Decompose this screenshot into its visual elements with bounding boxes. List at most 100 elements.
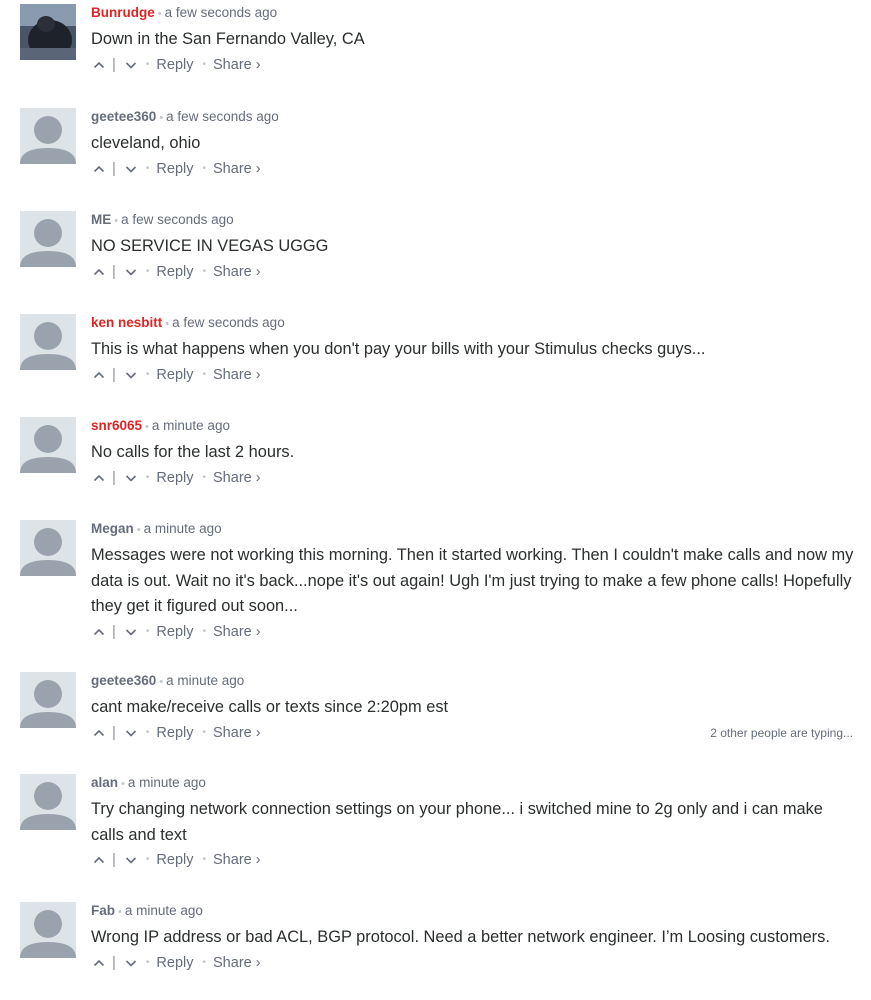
separator-dot: • bbox=[145, 58, 150, 70]
default-user-avatar-icon bbox=[20, 520, 76, 576]
timestamp-link[interactable]: a few seconds ago bbox=[166, 109, 279, 124]
comment-header: alan • a minute ago bbox=[91, 774, 855, 791]
avatar[interactable] bbox=[20, 520, 76, 576]
timestamp-link[interactable]: a minute ago bbox=[125, 903, 203, 918]
reply-button[interactable]: Reply bbox=[156, 470, 193, 486]
share-button[interactable]: Share › bbox=[213, 725, 261, 741]
author-link[interactable]: Bunrudge bbox=[91, 5, 155, 20]
chevron-down-icon[interactable] bbox=[125, 159, 137, 179]
chevron-up-icon[interactable] bbox=[93, 953, 105, 973]
comment-header: snr6065 • a minute ago bbox=[91, 417, 855, 434]
share-button[interactable]: Share › bbox=[213, 470, 261, 486]
separator-dot: • bbox=[114, 215, 119, 227]
author-link[interactable]: ken nesbitt bbox=[91, 315, 162, 330]
separator-dot: • bbox=[202, 625, 207, 637]
comment-header: Fab • a minute ago bbox=[91, 902, 855, 919]
chevron-up-icon[interactable] bbox=[93, 468, 105, 488]
author-link[interactable]: geetee360 bbox=[91, 109, 156, 124]
reply-button[interactable]: Reply bbox=[156, 725, 193, 741]
comment-text: Try changing network connection settings… bbox=[91, 800, 823, 844]
avatar[interactable] bbox=[20, 108, 76, 164]
chevron-down-icon[interactable] bbox=[125, 262, 137, 282]
chevron-up-icon[interactable] bbox=[93, 365, 105, 385]
separator-dot: • bbox=[159, 676, 164, 688]
avatar[interactable] bbox=[20, 4, 76, 60]
author-link[interactable]: geetee360 bbox=[91, 673, 156, 688]
timestamp-link[interactable]: a minute ago bbox=[128, 775, 206, 790]
avatar[interactable] bbox=[20, 774, 76, 830]
comment-body: alan • a minute ago Try changing network c… bbox=[91, 774, 855, 870]
comment-actions: | • Reply • Share › bbox=[91, 365, 855, 385]
chevron-down-icon[interactable] bbox=[125, 723, 137, 743]
chevron-down-icon[interactable] bbox=[125, 622, 137, 642]
reply-button[interactable]: Reply bbox=[156, 624, 193, 640]
separator-dot: • bbox=[202, 726, 207, 738]
comment-actions: | • Reply • Share › bbox=[91, 262, 855, 282]
comment-text: Wrong IP address or bad ACL, BGP protoco… bbox=[91, 928, 830, 946]
timestamp-link[interactable]: a few seconds ago bbox=[121, 212, 234, 227]
avatar[interactable] bbox=[20, 672, 76, 728]
timestamp-link[interactable]: a minute ago bbox=[152, 418, 230, 433]
reply-button[interactable]: Reply bbox=[156, 955, 193, 971]
avatar[interactable] bbox=[20, 417, 76, 473]
author-link[interactable]: Megan bbox=[91, 521, 134, 536]
reply-button[interactable]: Reply bbox=[156, 57, 193, 73]
avatar[interactable] bbox=[20, 211, 76, 267]
share-button[interactable]: Share › bbox=[213, 852, 261, 868]
chevron-down-icon[interactable] bbox=[125, 953, 137, 973]
reply-button[interactable]: Reply bbox=[156, 264, 193, 280]
separator-dot: • bbox=[145, 854, 150, 866]
author-link[interactable]: Fab bbox=[91, 903, 115, 918]
comment-body: geetee360 • a few seconds ago cleveland, o… bbox=[91, 108, 855, 179]
chevron-down-icon[interactable] bbox=[125, 468, 137, 488]
share-button[interactable]: Share › bbox=[213, 367, 261, 383]
default-user-avatar-icon bbox=[20, 672, 76, 728]
separator-dot: • bbox=[157, 8, 162, 20]
chevron-down-icon[interactable] bbox=[125, 850, 137, 870]
reply-button[interactable]: Reply bbox=[156, 161, 193, 177]
separator-dot: • bbox=[145, 471, 150, 483]
separator-dot: • bbox=[136, 524, 141, 536]
comment-actions: | • Reply • Share › bbox=[91, 850, 855, 870]
comment-actions: | • Reply • Share › bbox=[91, 622, 855, 642]
author-link[interactable]: alan bbox=[91, 775, 118, 790]
avatar[interactable] bbox=[20, 902, 76, 958]
chevron-up-icon[interactable] bbox=[93, 850, 105, 870]
chevron-up-icon[interactable] bbox=[93, 622, 105, 642]
reply-button[interactable]: Reply bbox=[156, 852, 193, 868]
chevron-down-icon[interactable] bbox=[125, 365, 137, 385]
share-button[interactable]: Share › bbox=[213, 161, 261, 177]
author-link[interactable]: snr6065 bbox=[91, 418, 142, 433]
timestamp-link[interactable]: a few seconds ago bbox=[165, 5, 278, 20]
separator-dot: • bbox=[202, 162, 207, 174]
reply-button[interactable]: Reply bbox=[156, 367, 193, 383]
comment-body: snr6065 • a minute ago No calls for the la… bbox=[91, 417, 855, 488]
comment-actions: | • Reply • Share › bbox=[91, 468, 855, 488]
share-button[interactable]: Share › bbox=[213, 57, 261, 73]
comment-text: Messages were not working this morning. … bbox=[91, 546, 854, 615]
timestamp-link[interactable]: a minute ago bbox=[166, 673, 244, 688]
share-button[interactable]: Share › bbox=[213, 955, 261, 971]
timestamp-link[interactable]: a minute ago bbox=[144, 521, 222, 536]
separator-dot: • bbox=[145, 162, 150, 174]
comment-text: cant make/receive calls or texts since 2… bbox=[91, 698, 449, 716]
chevron-down-icon[interactable] bbox=[125, 55, 137, 75]
default-user-avatar-icon bbox=[20, 774, 76, 830]
share-button[interactable]: Share › bbox=[213, 264, 261, 280]
avatar[interactable] bbox=[20, 314, 76, 370]
chevron-up-icon[interactable] bbox=[93, 262, 105, 282]
default-user-avatar-icon bbox=[20, 211, 76, 267]
separator-dot: • bbox=[202, 956, 207, 968]
separator-dot: • bbox=[202, 471, 207, 483]
chevron-up-icon[interactable] bbox=[93, 55, 105, 75]
vote-divider: | bbox=[112, 468, 116, 486]
comment-header: geetee360 • a few seconds ago bbox=[91, 108, 855, 125]
timestamp-link[interactable]: a few seconds ago bbox=[172, 315, 285, 330]
chevron-up-icon[interactable] bbox=[93, 723, 105, 743]
chevron-up-icon[interactable] bbox=[93, 159, 105, 179]
author-link[interactable]: ME bbox=[91, 212, 111, 227]
separator-dot: • bbox=[202, 368, 207, 380]
share-button[interactable]: Share › bbox=[213, 624, 261, 640]
comment-actions: | • Reply • Share › bbox=[91, 159, 855, 179]
comment-text: No calls for the last 2 hours. bbox=[91, 443, 295, 461]
